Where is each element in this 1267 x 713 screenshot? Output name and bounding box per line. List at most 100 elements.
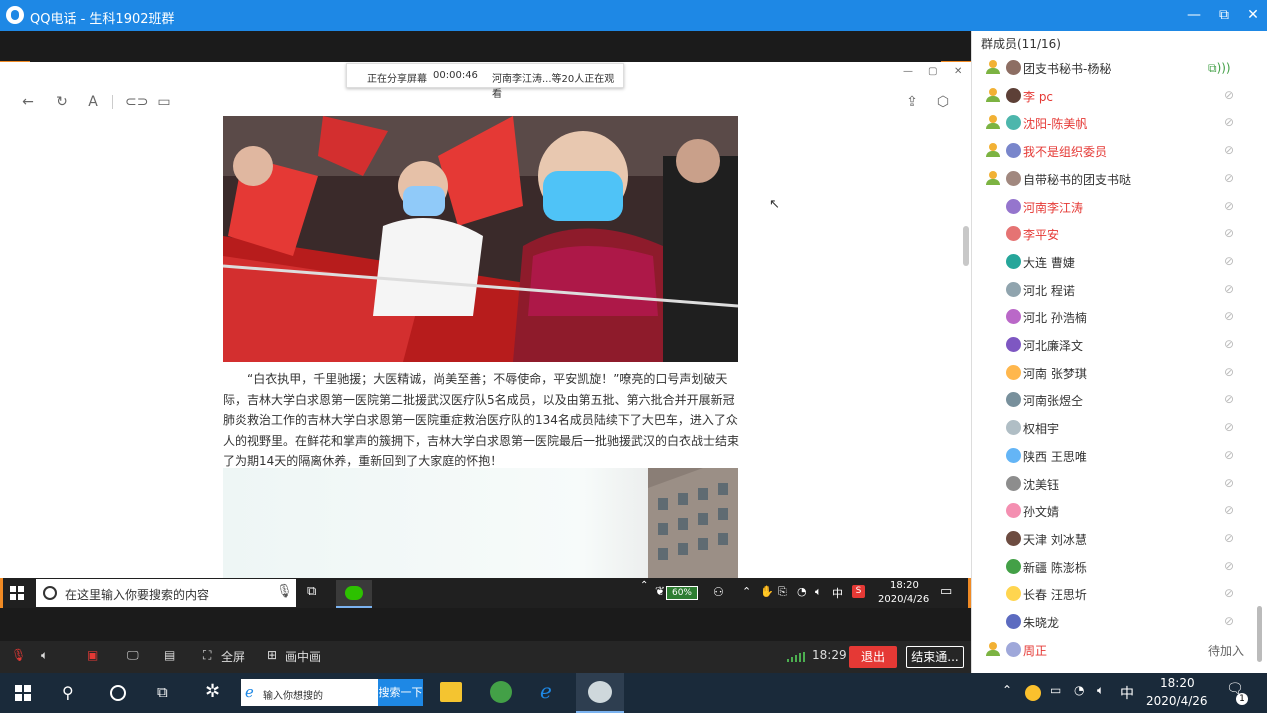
pinwheel-app-icon[interactable]: ✲ — [205, 681, 220, 702]
member-item[interactable]: 李平安 ⊘ — [971, 221, 1257, 248]
member-item[interactable]: 权相宇 ⊘ — [971, 415, 1257, 442]
inner-minimize-icon[interactable]: — — [903, 66, 913, 77]
window-title: QQ电话 - 生科1902班群 — [30, 12, 175, 27]
member-item[interactable]: 河北 孙浩楠 ⊘ — [971, 304, 1257, 331]
member-name: 长春 汪思圻 — [1023, 588, 1087, 603]
member-item[interactable]: 自带秘书的团支书哒 ⊘ — [971, 166, 1257, 193]
member-item[interactable]: 河北 程诺 ⊘ — [971, 277, 1257, 304]
edge-icon[interactable]: ℯ — [540, 679, 552, 703]
cube-icon[interactable]: ⬡ — [935, 94, 951, 110]
fullscreen-label[interactable]: 全屏 — [221, 648, 245, 665]
window-icon[interactable]: ▭ — [156, 94, 172, 110]
close-button[interactable]: ✕ — [1241, 4, 1265, 26]
clock-time[interactable]: 18:20 — [1160, 676, 1195, 690]
wifi-icon[interactable]: ◔ — [1074, 683, 1084, 697]
mic-muted-icon: ⊘ — [1224, 143, 1235, 158]
tray-expand-icon[interactable]: ⌃ — [742, 585, 751, 598]
fullscreen-icon[interactable]: ⛶ — [203, 648, 211, 663]
exit-button[interactable]: 退出 — [849, 646, 897, 668]
mic-muted-icon: ⊘ — [1224, 447, 1235, 462]
member-name: 河南张煜仝 — [1023, 394, 1084, 409]
member-item[interactable]: 河南 张梦琪 ⊘ — [971, 360, 1257, 387]
tray-expand-icon[interactable]: ⌃ — [1002, 683, 1012, 697]
mic-muted-icon: ⊘ — [1224, 364, 1235, 379]
taskbar-search-button[interactable]: 搜索一下 — [378, 679, 423, 706]
end-call-button[interactable]: 结束通... — [906, 646, 964, 668]
pip-icon[interactable]: ⊞ — [267, 648, 277, 662]
inner-scrollbar[interactable] — [963, 226, 969, 266]
avatar — [1006, 198, 1021, 214]
mic-muted-icon[interactable]: 🎙︎ — [11, 648, 26, 662]
member-name: 沈阳-陈美帆 — [1023, 117, 1088, 132]
member-item[interactable]: 孙文婧 ⊘ — [971, 498, 1257, 525]
wifi-icon[interactable]: ◔ — [797, 585, 807, 598]
screen-share-icon[interactable]: 🖵︎ — [127, 648, 139, 663]
link-icon[interactable]: ⊂⊃ — [125, 94, 148, 110]
member-name: 大连 曹婕 — [1023, 255, 1075, 270]
volume-icon[interactable]: 🔈︎ — [1097, 683, 1104, 698]
maximize-button[interactable]: ⧉ — [1212, 4, 1236, 26]
member-item[interactable]: 沈美钰 ⊘ — [971, 471, 1257, 498]
member-item[interactable]: 周正 待加入 — [971, 637, 1257, 664]
clock-date[interactable]: 2020/4/26 — [1146, 694, 1208, 708]
cortana-icon[interactable] — [110, 685, 126, 701]
mic-muted-icon: ⊘ — [1224, 503, 1235, 518]
member-name: 河南 张梦琪 — [1023, 366, 1087, 381]
avatar — [1006, 530, 1021, 546]
mic-muted-icon: ⊘ — [1224, 614, 1235, 628]
qq-taskbar-item[interactable] — [576, 673, 624, 713]
member-item[interactable]: 陕西 王思唯 ⊘ — [971, 443, 1257, 470]
inner-close-icon[interactable]: ✕ — [954, 66, 962, 77]
member-item[interactable]: 河南张煜仝 ⊘ — [971, 387, 1257, 414]
taskbar-search-input[interactable]: ℯ 输入你想搜的 — [241, 679, 378, 706]
member-name: 孙文婧 — [1023, 505, 1060, 520]
member-name: 河南李江涛 — [1023, 200, 1084, 215]
windows-start-icon[interactable] — [10, 586, 24, 600]
member-item[interactable]: 李 pc ⊘ — [971, 83, 1257, 110]
member-item[interactable]: 天津 刘冰慧 ⊘ — [971, 526, 1257, 553]
microphone-icon[interactable]: 🎙︎ — [276, 584, 293, 599]
inner-maximize-icon[interactable]: ▢ — [928, 66, 937, 77]
member-item[interactable]: 大连 曹婕 ⊘ — [971, 249, 1257, 276]
task-view-icon[interactable]: ⧉ — [307, 584, 316, 599]
member-item[interactable]: 朱晓龙 ⊘ — [971, 609, 1257, 636]
speaker-icon[interactable]: 🔈︎ — [41, 648, 48, 663]
minimize-button[interactable]: — — [1182, 4, 1206, 26]
wechat-taskbar-item[interactable] — [336, 580, 372, 608]
whiteboard-icon[interactable]: ▤ — [164, 648, 175, 662]
member-item[interactable]: 沈阳-陈美帆 ⊘ — [971, 110, 1257, 137]
ime-indicator[interactable]: 中 — [1120, 683, 1134, 703]
camera-off-icon[interactable]: ▣ — [87, 648, 98, 662]
member-name: 陕西 王思唯 — [1023, 449, 1087, 464]
360-browser-icon[interactable] — [490, 681, 512, 703]
member-item[interactable]: 长春 汪思圻 ⊘ — [971, 581, 1257, 608]
pip-label[interactable]: 画中画 — [285, 648, 321, 665]
member-name: 周正 — [1023, 643, 1048, 658]
inner-search-box[interactable]: 在这里输入你要搜索的内容 🎙︎ — [36, 579, 296, 607]
member-item[interactable]: 河南李江涛 ⊘ — [971, 194, 1257, 221]
member-item[interactable]: 新疆 陈澎栎 ⊘ — [971, 554, 1257, 581]
member-name: 我不是组织委员 — [1023, 145, 1108, 160]
task-view-icon[interactable]: ⧉ — [157, 683, 168, 701]
notification-icon[interactable]: ▭ — [940, 584, 952, 599]
avatar — [1006, 281, 1021, 297]
inner-clock-time[interactable]: 18:20 — [890, 580, 919, 591]
windows-start-icon[interactable] — [15, 685, 31, 704]
battery-icon[interactable]: ▭ — [1050, 683, 1061, 697]
member-name: 自带秘书的团支书哒 — [1023, 172, 1132, 187]
inner-ime-indicator[interactable]: 中 — [832, 585, 843, 601]
member-item[interactable]: 河北廉泽文 ⊘ — [971, 332, 1257, 359]
back-arrow-icon[interactable]: ← — [20, 94, 36, 110]
search-icon[interactable]: ⚲ — [62, 683, 74, 702]
members-scrollbar[interactable] — [1257, 606, 1262, 662]
refresh-icon[interactable]: ↻ — [54, 94, 70, 110]
file-explorer-icon[interactable] — [440, 682, 462, 702]
chevron-updown-icon[interactable]: ⌃ — [640, 580, 648, 591]
volume-icon[interactable]: 🔈︎ — [815, 585, 822, 599]
avatar — [1006, 309, 1021, 325]
member-item[interactable]: 我不是组织委员 ⊘ — [971, 138, 1257, 165]
inner-clock-date[interactable]: 2020/4/26 — [878, 594, 929, 605]
font-icon[interactable]: A — [85, 94, 101, 110]
share-icon[interactable]: ⇪ — [904, 94, 920, 110]
people-icon[interactable]: ⚇ — [713, 585, 724, 599]
